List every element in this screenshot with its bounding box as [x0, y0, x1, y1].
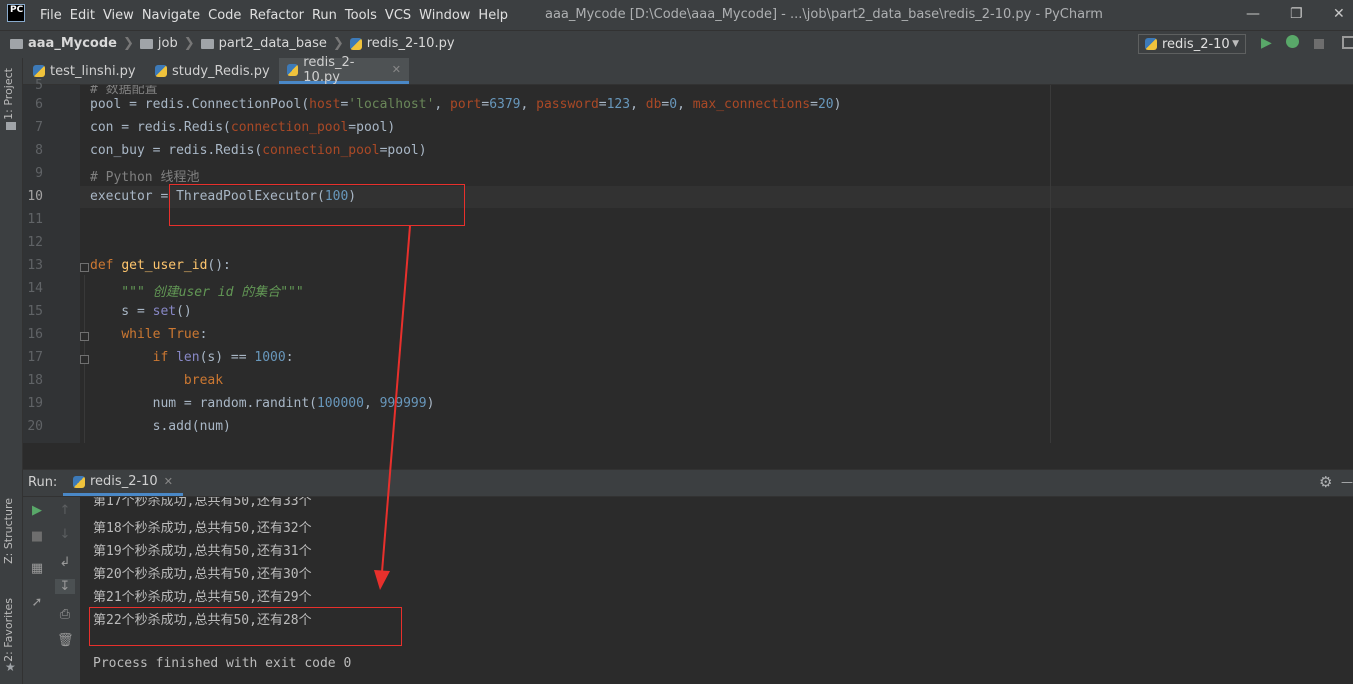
annotation-arrow-head	[374, 570, 390, 590]
annotation-arrow-shaft	[381, 225, 411, 573]
annotation-arrow	[374, 225, 411, 590]
